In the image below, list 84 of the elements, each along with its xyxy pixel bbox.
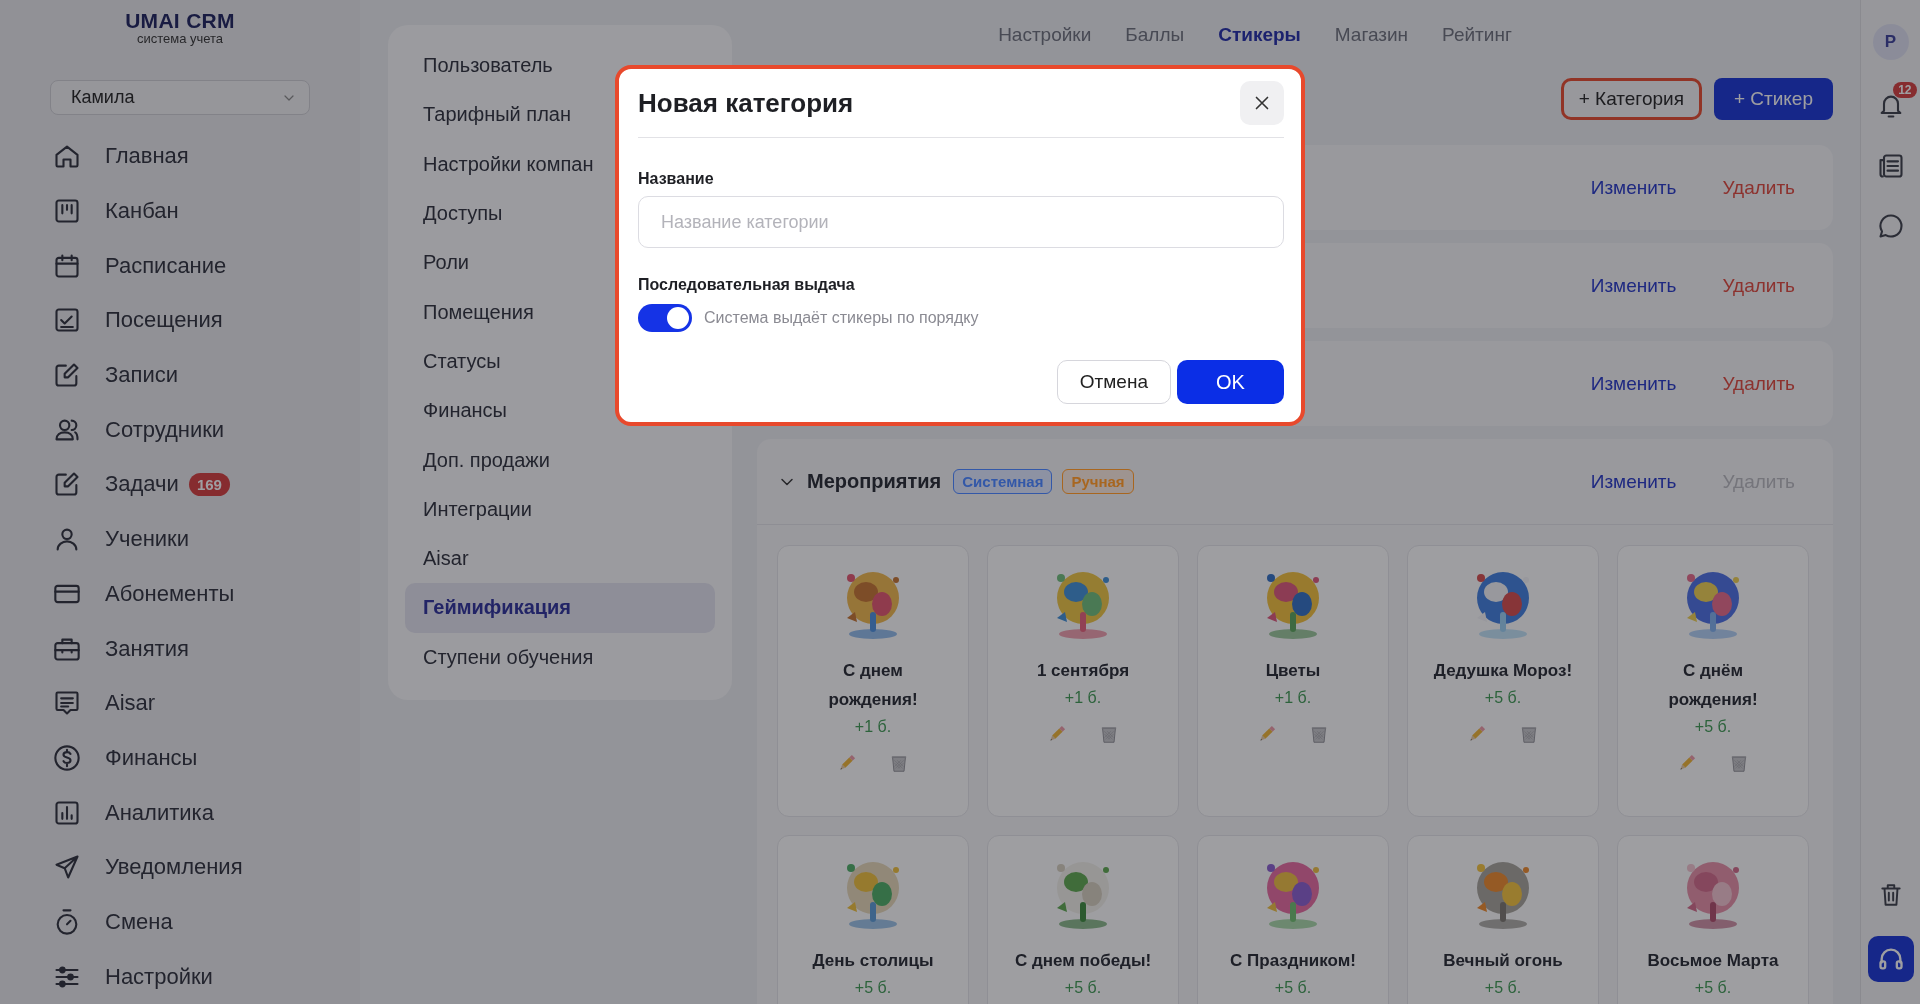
sticker-name: С днём рождения! — [1667, 660, 1759, 711]
chat-icon[interactable] — [1876, 212, 1905, 240]
sticker-name: День столицы — [812, 950, 934, 972]
add-sticker-button[interactable]: + Стикер — [1713, 78, 1833, 120]
name-input[interactable]: Название категории — [638, 196, 1284, 248]
sticker-name: Цветы — [1265, 660, 1321, 682]
nav-item[interactable]: Посещения — [0, 293, 360, 348]
category-name: Мероприятия — [807, 470, 942, 493]
newspaper-icon[interactable] — [1876, 152, 1905, 180]
edit-link[interactable]: Изменить — [1590, 470, 1677, 493]
edit-link[interactable]: Изменить — [1590, 274, 1677, 297]
sticker-points: +1 б. — [1274, 689, 1312, 707]
sticker-points: +5 б. — [1694, 718, 1732, 736]
sticker-points: +5 б. — [1694, 979, 1732, 997]
sticker-points: +1 б. — [1064, 689, 1102, 707]
nav-item[interactable]: Aisar — [0, 675, 360, 731]
nav-item[interactable]: Ученики — [0, 511, 360, 567]
nav-item[interactable]: Канбан — [0, 183, 360, 239]
dialog-title: Новая категория — [638, 87, 854, 119]
sticker-name: С днем победы! — [1014, 950, 1152, 972]
logo-subtitle: система учета — [136, 32, 224, 46]
tab[interactable]: Стикеры — [1218, 24, 1301, 46]
sticker-name: С днем рождения! — [827, 660, 919, 711]
toggle-description: Система выдаёт стикеры по порядку — [704, 309, 979, 327]
nav-item[interactable]: Задачи 169 — [0, 457, 360, 512]
edit-link[interactable]: Изменить — [1590, 176, 1677, 199]
nav-item[interactable]: Записи — [0, 347, 360, 403]
category-tag: Ручная — [1062, 469, 1134, 494]
nav-item[interactable]: Аналитика — [0, 785, 360, 840]
tab[interactable]: Рейтинг — [1442, 24, 1512, 46]
nav-item[interactable]: Смена — [0, 894, 360, 950]
nav-item[interactable]: Абонементы — [0, 566, 360, 622]
delete-link[interactable]: Удалить — [1722, 274, 1795, 297]
sticker-name: Вечный огонь — [1443, 950, 1563, 972]
sticker-points: +1 б. — [854, 718, 892, 736]
nav-item[interactable]: Главная — [0, 129, 360, 184]
tab[interactable]: Магазин — [1334, 24, 1409, 46]
nav-item[interactable]: Расписание — [0, 238, 360, 294]
ok-button[interactable]: OK — [1177, 360, 1284, 404]
checklist-icon — [53, 306, 81, 335]
add-category-button[interactable]: + Категория — [1560, 78, 1702, 120]
sticker-name: Дедушка Мороз! — [1433, 660, 1573, 682]
sticker-name: 1 сентября — [1036, 660, 1130, 682]
field-label: Последовательная выдача — [638, 276, 856, 294]
sticker-points: +5 б. — [854, 979, 892, 997]
cancel-button[interactable]: Отмена — [1056, 360, 1171, 404]
edit-link[interactable]: Изменить — [1590, 372, 1677, 395]
user-name: Камила — [71, 87, 135, 108]
category-tag: Системная — [953, 469, 1053, 494]
nav-item[interactable]: Уведомления — [0, 839, 360, 895]
settings-menu-item[interactable]: Ступени обучения — [405, 632, 715, 682]
sticker-points: +5 б. — [1484, 689, 1522, 707]
bar-chart-icon — [53, 798, 81, 827]
sticker-points: +5 б. — [1064, 979, 1102, 997]
tab[interactable]: Баллы — [1125, 24, 1185, 46]
sticker-points: +5 б. — [1274, 979, 1312, 997]
sticker-points: +5 б. — [1484, 979, 1522, 997]
edit-icon — [53, 470, 81, 499]
field-label: Название — [638, 170, 715, 188]
count-badge: 169 — [188, 472, 230, 496]
calendar-icon — [53, 251, 81, 280]
avatar[interactable]: Р — [1872, 24, 1909, 60]
tab[interactable]: Настройки — [998, 24, 1092, 46]
user-select[interactable]: Камила — [50, 80, 310, 115]
settings-menu-item[interactable]: Интеграции — [405, 484, 715, 534]
settings-menu-item[interactable]: Aisar — [405, 533, 715, 584]
notification-badge: 12 — [1893, 82, 1917, 98]
delete-link[interactable]: Удалить — [1722, 372, 1795, 395]
sticker-name: С Праздником! — [1230, 950, 1356, 972]
edit-icon — [53, 361, 81, 390]
dollar-icon — [53, 743, 81, 772]
settings-menu-item[interactable]: Геймификация — [405, 583, 715, 633]
settings-menu-item[interactable]: Доп. продажи — [405, 435, 715, 485]
nav-item[interactable]: Занятия — [0, 621, 360, 676]
nav-item[interactable]: Финансы — [0, 730, 360, 786]
toggle-switch[interactable] — [638, 304, 692, 332]
nav-item[interactable]: Настройки — [0, 949, 360, 1004]
delete-link[interactable]: Удалить — [1722, 176, 1795, 199]
board-icon — [53, 197, 81, 226]
support-button[interactable] — [1867, 936, 1914, 982]
logo-title: UMAI CRM — [125, 10, 235, 32]
sticker-name: Восьмое Марта — [1647, 950, 1779, 972]
close-button[interactable] — [1240, 81, 1284, 125]
nav-item[interactable]: Сотрудники — [0, 402, 360, 458]
